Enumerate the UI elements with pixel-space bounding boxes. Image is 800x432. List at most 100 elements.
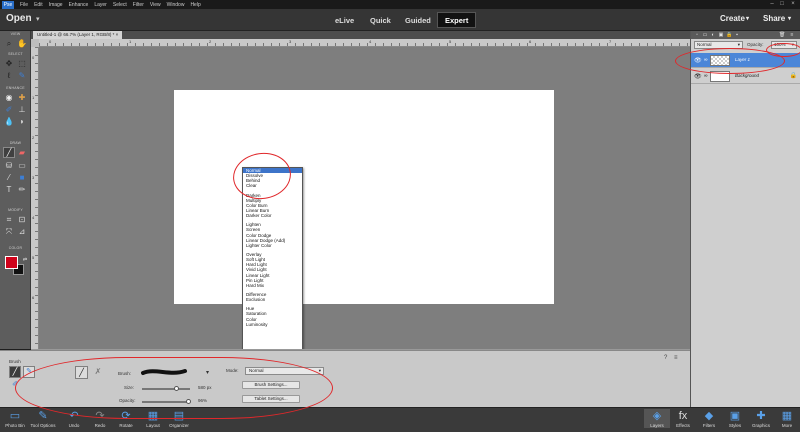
- graphics-button[interactable]: ✚ Graphics: [748, 409, 774, 428]
- menu-select[interactable]: Select: [113, 2, 127, 8]
- paint-bucket-tool-icon[interactable]: ⛁: [3, 160, 15, 171]
- sponge-tool-icon[interactable]: ◗: [16, 116, 28, 127]
- content-aware-move-tool-icon[interactable]: ⤧: [3, 226, 15, 237]
- chevron-down-icon[interactable]: ▾: [746, 15, 749, 22]
- maximize-icon[interactable]: □: [778, 1, 786, 7]
- toolbox: VIEW ⌕ ✋ SELECT ✥ ⬚ ℓ ✎ ENHANCE ◉ ✚ ✐ ⊥ …: [0, 31, 31, 349]
- blur-tool-icon[interactable]: 💧: [3, 116, 15, 127]
- filters-button[interactable]: ◆ Filters: [696, 409, 722, 428]
- blend-mode-option[interactable]: Luminosity: [243, 322, 302, 327]
- more-icon: ▦: [781, 410, 793, 422]
- brush-tool-icon[interactable]: ╱: [3, 147, 15, 158]
- share-button[interactable]: Share: [763, 14, 785, 23]
- fx-icon: fx: [678, 410, 688, 422]
- foreground-color-swatch[interactable]: [5, 256, 18, 269]
- menu-file[interactable]: File: [20, 2, 28, 8]
- mask-icon[interactable]: ▣: [718, 32, 724, 38]
- brush-tool-option-icon[interactable]: ╱: [9, 366, 21, 378]
- menu-filter[interactable]: Filter: [133, 2, 144, 8]
- section-draw: DRAW: [9, 141, 22, 145]
- menu-layer[interactable]: Layer: [94, 2, 107, 8]
- section-color: COLOR: [8, 246, 23, 250]
- fill-adjustment-icon[interactable]: ◐: [710, 32, 716, 38]
- eye-icon[interactable]: 👁: [694, 73, 702, 80]
- layers-icon: ◈: [652, 410, 662, 422]
- styles-icon: ▣: [729, 410, 741, 422]
- close-icon[interactable]: ×: [116, 32, 119, 37]
- open-button[interactable]: Open: [6, 13, 32, 24]
- swap-colors-icon[interactable]: ⇄: [19, 254, 31, 265]
- more-button[interactable]: ▦ More: [774, 409, 800, 428]
- layer-blend-mode-value: Normal: [697, 42, 712, 47]
- minimize-icon[interactable]: –: [768, 1, 776, 7]
- smart-brush-tool-icon[interactable]: ✐: [3, 104, 15, 115]
- document-tab-bar: Untitled-1 @ 66.7% (Layer 1, RGB/8) * ×: [31, 31, 690, 39]
- menu-view[interactable]: View: [150, 2, 161, 8]
- ruler-corner: [31, 39, 39, 47]
- quick-selection-tool-icon[interactable]: ✎: [16, 70, 28, 81]
- lock-icon[interactable]: 🔒: [726, 32, 732, 38]
- chevron-down-icon[interactable]: ▾: [36, 15, 40, 23]
- panel-menu-icon[interactable]: ≡: [789, 32, 795, 38]
- styles-button[interactable]: ▣ Styles: [722, 409, 748, 428]
- horizontal-ruler: 0 1 2 3 4 5 6 7: [39, 39, 690, 47]
- document-tab[interactable]: Untitled-1 @ 66.7% (Layer 1, RGB/8) * ×: [33, 31, 123, 39]
- move-tool-icon[interactable]: ✥: [3, 58, 15, 69]
- menu-bar: Pse File Edit Image Enhance Layer Select…: [0, 0, 800, 9]
- document-tab-title: Untitled-1 @ 66.7% (Layer 1, RGB/8) *: [37, 32, 115, 37]
- clone-stamp-tool-icon[interactable]: ⊥: [16, 104, 28, 115]
- tab-guided[interactable]: Guided: [398, 12, 438, 28]
- lasso-tool-icon[interactable]: ℓ: [3, 70, 15, 81]
- photo-bin-icon: ▭: [9, 410, 21, 422]
- zoom-tool-icon[interactable]: ⌕: [3, 38, 15, 49]
- new-layer-icon[interactable]: ▫: [694, 32, 700, 38]
- annotation-circle: [15, 357, 333, 419]
- tab-quick[interactable]: Quick: [363, 12, 398, 28]
- hand-tool-icon[interactable]: ✋: [16, 38, 28, 49]
- image-canvas[interactable]: [174, 90, 554, 304]
- menu-edit[interactable]: Edit: [34, 2, 43, 8]
- layer-opacity-label: Opacity:: [747, 42, 764, 47]
- layers-button[interactable]: ◈ Layers: [644, 409, 670, 428]
- delete-layer-icon[interactable]: 🗑: [779, 32, 785, 38]
- effects-button[interactable]: fx Effects: [670, 409, 696, 428]
- annotation-circle: [766, 43, 800, 57]
- layers-panel-toolbar: ▫ ▭ ◐ ▣ 🔒 ▪ 🗑 ≡: [691, 31, 800, 39]
- gradient-tool-icon[interactable]: ▭: [16, 160, 28, 171]
- eraser-tool-icon[interactable]: ▰: [16, 147, 28, 158]
- spot-healing-tool-icon[interactable]: ✚: [16, 92, 28, 103]
- menu-enhance[interactable]: Enhance: [69, 2, 89, 8]
- layers-panel: ▫ ▭ ◐ ▣ 🔒 ▪ 🗑 ≡ Normal ▾ Opacity: 100% ▾…: [690, 31, 800, 407]
- panel-menu-icon[interactable]: ≡: [674, 355, 678, 361]
- menu-help[interactable]: Help: [190, 2, 200, 8]
- chevron-down-icon: ▾: [737, 42, 740, 47]
- recompose-tool-icon[interactable]: ⊡: [16, 214, 28, 225]
- tab-expert[interactable]: Expert: [437, 12, 477, 28]
- pencil-tool-icon[interactable]: ✏: [16, 184, 28, 195]
- menu-image[interactable]: Image: [49, 2, 63, 8]
- photo-bin-button[interactable]: ▭ Photo Bin: [2, 409, 28, 428]
- close-icon[interactable]: ×: [789, 1, 797, 7]
- eyedropper-tool-icon[interactable]: ⁄: [3, 172, 15, 183]
- chevron-down-icon[interactable]: ▾: [788, 15, 791, 22]
- create-button[interactable]: Create: [720, 14, 745, 23]
- marquee-tool-icon[interactable]: ⬚: [16, 58, 28, 69]
- graphics-icon: ✚: [756, 410, 766, 422]
- menu-window[interactable]: Window: [167, 2, 185, 8]
- straighten-tool-icon[interactable]: ⊿: [16, 226, 28, 237]
- link-icon[interactable]: ∞: [704, 73, 708, 79]
- vertical-ruler: 0 1 2 3 4 5 6: [31, 47, 39, 349]
- shape-tool-icon[interactable]: ■: [16, 172, 28, 183]
- tab-elive[interactable]: eLive: [328, 12, 361, 28]
- section-enhance: ENHANCE: [6, 86, 25, 90]
- help-icon[interactable]: ?: [664, 355, 667, 361]
- new-group-icon[interactable]: ▭: [702, 32, 708, 38]
- section-select: SELECT: [8, 52, 23, 56]
- tool-options-button[interactable]: ✎ Tool Options: [30, 409, 56, 428]
- red-eye-tool-icon[interactable]: ◉: [3, 92, 15, 103]
- lock-icon: 🔒: [789, 73, 797, 79]
- section-view: VIEW: [10, 32, 21, 36]
- crop-tool-icon[interactable]: ⌗: [3, 214, 15, 225]
- type-tool-icon[interactable]: T: [3, 184, 15, 195]
- lock-all-icon[interactable]: ▪: [734, 32, 740, 38]
